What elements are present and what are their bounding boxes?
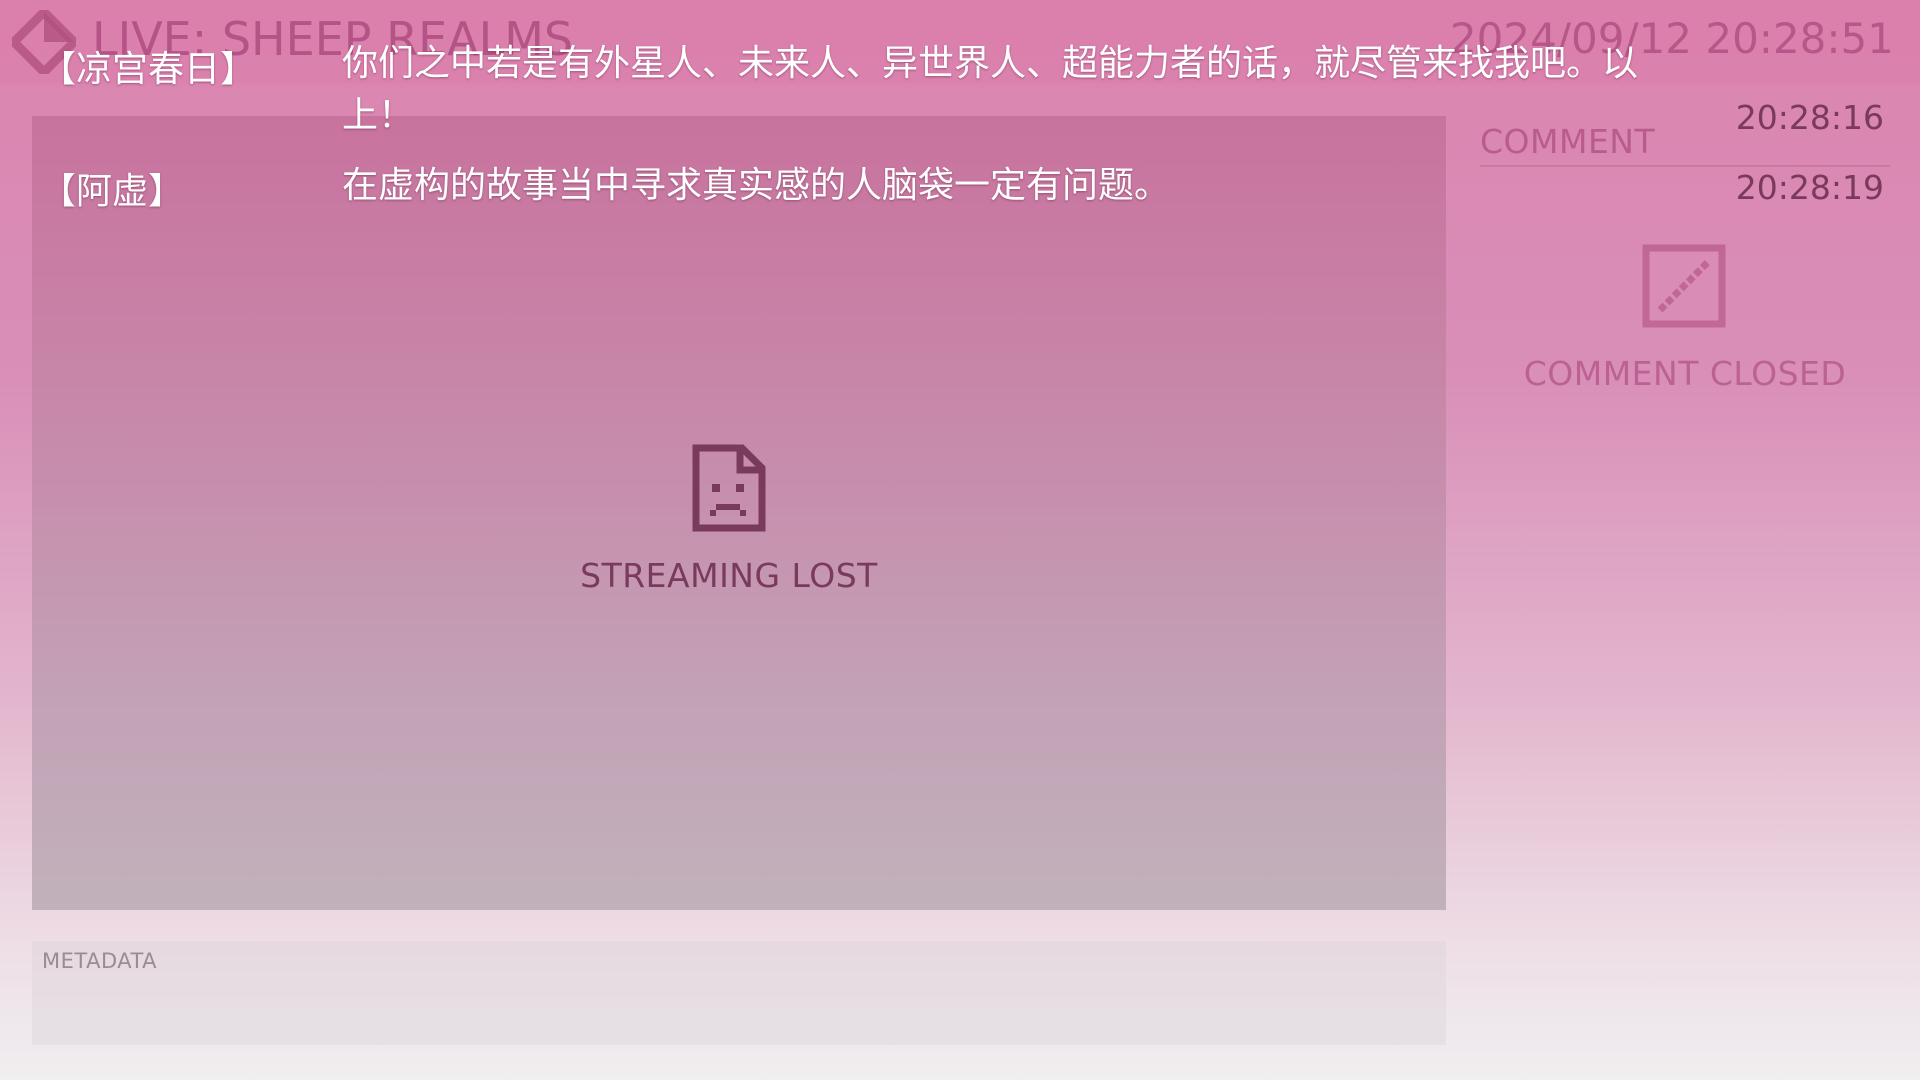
comment-closed-icon <box>1642 244 1726 328</box>
speaker-name: 【凉宫春日】 <box>40 49 257 90</box>
sad-file-icon <box>692 444 766 532</box>
dialogue-timestamp: 20:28:16 <box>1735 98 1884 137</box>
metadata-panel: METADATA <box>32 941 1446 1045</box>
comment-closed-label: COMMENT CLOSED <box>1523 354 1847 393</box>
streaming-lost-label: STREAMING LOST <box>580 556 878 595</box>
metadata-label: METADATA <box>42 949 158 973</box>
dialogue-text: 在虚构的故事当中寻求真实感的人脑袋一定有问题。 <box>342 165 1171 206</box>
dialogue-text: 你们之中若是有外星人、未来人、异世界人、超能力者的话，就尽管来找我吧。以上！ <box>342 43 1639 136</box>
dialogue-timestamp: 20:28:19 <box>1735 168 1884 207</box>
speaker-name: 【阿虚】 <box>40 171 185 212</box>
